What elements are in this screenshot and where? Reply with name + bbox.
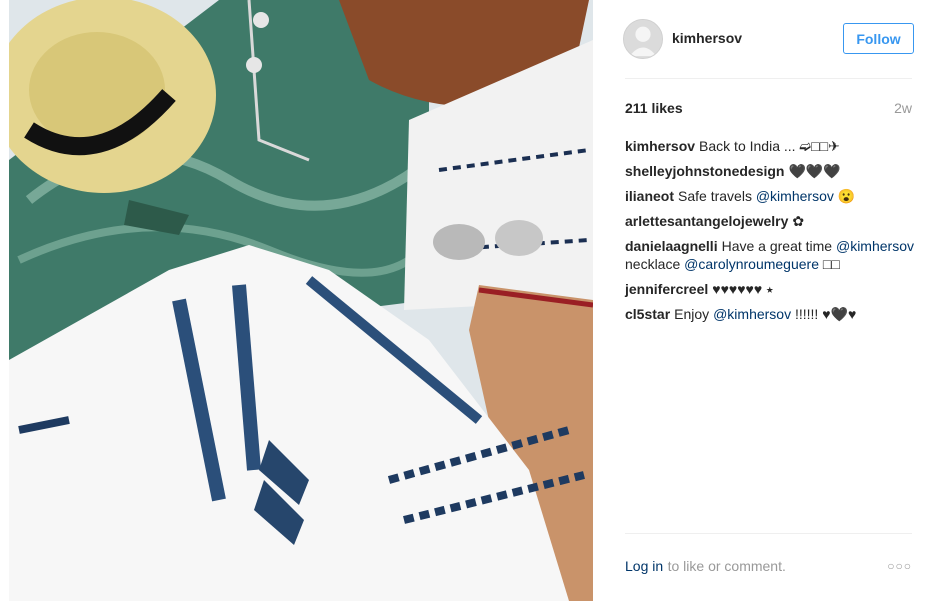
- mention-link[interactable]: @kimhersov: [836, 238, 914, 254]
- comment-text: ✿: [792, 213, 805, 229]
- comment-author[interactable]: ilianeot: [625, 188, 674, 204]
- post-time[interactable]: 2w: [894, 100, 912, 116]
- mention-link[interactable]: @carolynroumeguere: [684, 256, 819, 272]
- comment-text: Back to India ... ➫□□✈: [699, 138, 840, 154]
- comments-list: kimhersov Back to India ... ➫□□✈ shelleyj…: [625, 137, 917, 330]
- post-photo-image: [9, 0, 593, 601]
- comment-text: ♥♥♥♥♥♥ ⭑: [712, 281, 774, 297]
- comment-text-after: !!!!!! ♥🖤♥: [794, 306, 857, 322]
- login-link[interactable]: Log in: [625, 558, 663, 574]
- more-options-icon[interactable]: ○○○: [887, 559, 912, 573]
- comment-item: arlettesantangelojewelry ✿: [625, 212, 917, 230]
- comment-item: cl5star Enjoy @kimhersov !!!!!! ♥🖤♥: [625, 305, 917, 323]
- comment-text-after: □□: [822, 256, 840, 272]
- post-footer: Log in to like or comment. ○○○: [625, 558, 912, 578]
- comment-text-after: 😮: [837, 188, 856, 204]
- comment-author[interactable]: arlettesantangelojewelry: [625, 213, 788, 229]
- comment-item: jennifercreel ♥♥♥♥♥♥ ⭑: [625, 280, 917, 298]
- mention-link[interactable]: @kimhersov: [713, 306, 791, 322]
- post-photo[interactable]: [9, 0, 593, 601]
- comment-text: Safe travels: [678, 188, 752, 204]
- login-prompt-text: to like or comment.: [667, 558, 786, 574]
- post-header: kimhersov Follow: [623, 18, 914, 60]
- comment-item: shelleyjohnstonedesign 🖤🖤🖤: [625, 162, 917, 180]
- follow-button[interactable]: Follow: [843, 23, 914, 54]
- mention-link[interactable]: @kimhersov: [756, 188, 834, 204]
- divider: [625, 533, 912, 534]
- comment-text-after: necklace: [625, 256, 681, 272]
- comment-author[interactable]: shelleyjohnstonedesign: [625, 163, 784, 179]
- comment-author[interactable]: danielaagnelli: [625, 238, 718, 254]
- username-link[interactable]: kimhersov: [672, 30, 742, 46]
- likes-count[interactable]: 211 likes: [625, 100, 683, 116]
- comment-author[interactable]: kimhersov: [625, 138, 695, 154]
- comment-author[interactable]: jennifercreel: [625, 281, 708, 297]
- post-side-panel: kimhersov Follow 211 likes 2w kimhersov B…: [593, 0, 936, 601]
- comment-item: ilianeot Safe travels @kimhersov 😮: [625, 187, 917, 205]
- comment-text: 🖤🖤🖤: [788, 163, 841, 179]
- comment-item: danielaagnelli Have a great time @kimhers…: [625, 237, 917, 273]
- divider: [625, 78, 912, 79]
- comment-author[interactable]: cl5star: [625, 306, 670, 322]
- comment-item: kimhersov Back to India ... ➫□□✈: [625, 137, 917, 155]
- avatar-placeholder-icon: [624, 20, 662, 58]
- comment-text: Have a great time: [721, 238, 833, 254]
- avatar[interactable]: [623, 19, 663, 59]
- comment-text: Enjoy: [674, 306, 710, 322]
